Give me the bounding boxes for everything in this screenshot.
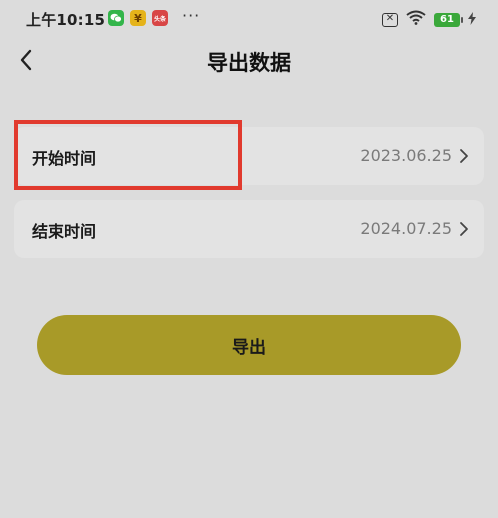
start-time-value: 2023.06.25 [360,146,452,165]
chevron-right-icon [460,222,468,236]
toutiao-icon: 头条 [152,10,168,26]
header: 导出数据 [0,38,498,82]
end-time-value: 2024.07.25 [360,219,452,238]
status-bar: 上午10:15 ¥ 头条 ··· ✕ 61 [0,0,498,38]
status-right: ✕ 61 [382,10,476,29]
yen-icon: ¥ [130,10,146,26]
status-time: 上午10:15 [26,11,106,29]
more-notifications-icon: ··· [182,6,201,25]
end-time-label: 结束时间 [32,222,97,241]
battery-icon: 61 [434,12,463,27]
chevron-right-icon [460,149,468,163]
no-sim-icon: ✕ [382,12,398,27]
start-time-row[interactable]: 开始时间 2023.06.25 [14,127,484,185]
wechat-icon [108,10,124,26]
export-button[interactable]: 导出 [37,315,461,375]
page-title: 导出数据 [207,51,291,75]
end-time-row[interactable]: 结束时间 2024.07.25 [14,200,484,258]
start-time-label: 开始时间 [32,149,97,168]
bolt-icon [468,11,476,28]
wifi-icon [406,10,426,29]
